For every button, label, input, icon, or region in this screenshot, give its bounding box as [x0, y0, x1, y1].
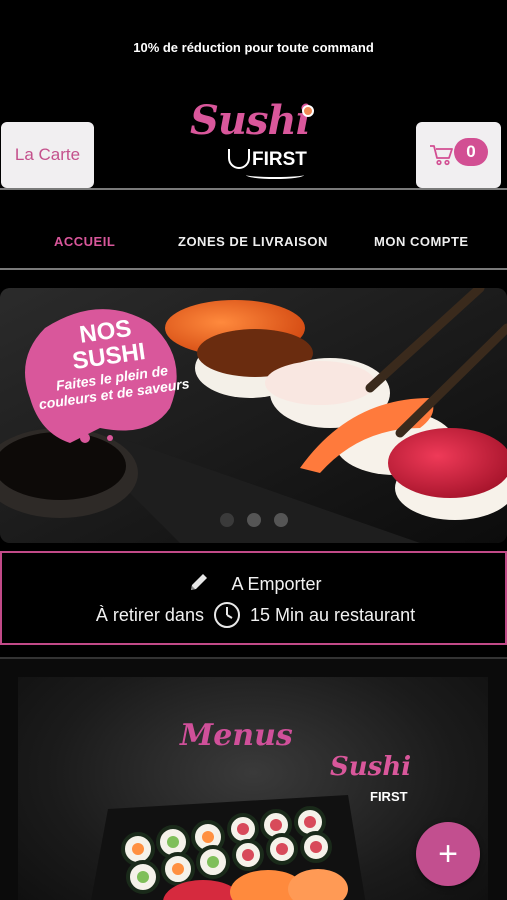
carousel-dot[interactable]: [247, 513, 261, 527]
brand-logo[interactable]: Sushi FIRST: [190, 97, 320, 187]
logo-sub-text: FIRST: [252, 149, 307, 170]
pickup-time: 15 Min au restaurant: [249, 605, 416, 625]
pickup-mode-panel[interactable]: A Emporter À retirer dans 15 Min au rest…: [0, 551, 507, 645]
cart-button[interactable]: 0: [416, 122, 501, 188]
nav-item-accueil[interactable]: ACCUEIL: [54, 234, 115, 249]
logo-swoosh: [246, 171, 304, 179]
nav-item-zones-livraison[interactable]: ZONES DE LIVRAISON: [178, 234, 328, 249]
carousel-dot-active[interactable]: [220, 513, 234, 527]
promo-banner: 10% de réduction pour toute command: [133, 40, 374, 55]
pickup-mode-label: A Emporter: [231, 574, 322, 594]
logo-script-text: Sushi: [190, 97, 311, 144]
pencil-icon[interactable]: [189, 572, 209, 592]
carousel-dots: [210, 513, 300, 529]
divider: [0, 188, 507, 190]
pickup-mode-row: A Emporter: [2, 572, 507, 595]
add-fab-button[interactable]: +: [416, 822, 480, 886]
hero-carousel[interactable]: NOS SUSHI Faites le plein de couleurs et…: [0, 288, 507, 543]
main-nav: ACCUEIL ZONES DE LIVRAISON MON COMPTE: [0, 234, 507, 250]
category-title: Menus: [180, 718, 293, 753]
pickup-prefix: À retirer dans: [95, 605, 204, 625]
mini-logo-script: Sushi: [330, 752, 412, 782]
logo-dot-icon: [302, 105, 314, 117]
mini-logo-sub: FIRST: [370, 789, 408, 804]
category-brand-logo: Sushi FIRST: [330, 752, 420, 812]
nav-item-mon-compte[interactable]: MON COMPTE: [374, 234, 469, 249]
bowl-icon: [228, 149, 250, 169]
menu-carte-button[interactable]: La Carte: [1, 122, 94, 188]
carousel-dot[interactable]: [274, 513, 288, 527]
divider: [0, 268, 507, 270]
cart-count-badge: 0: [454, 138, 488, 166]
cart-icon: [430, 145, 453, 166]
pickup-time-row: À retirer dans 15 Min au restaurant: [2, 601, 507, 629]
clock-icon: [213, 602, 240, 628]
app-header: La Carte Sushi FIRST 0: [0, 95, 507, 190]
